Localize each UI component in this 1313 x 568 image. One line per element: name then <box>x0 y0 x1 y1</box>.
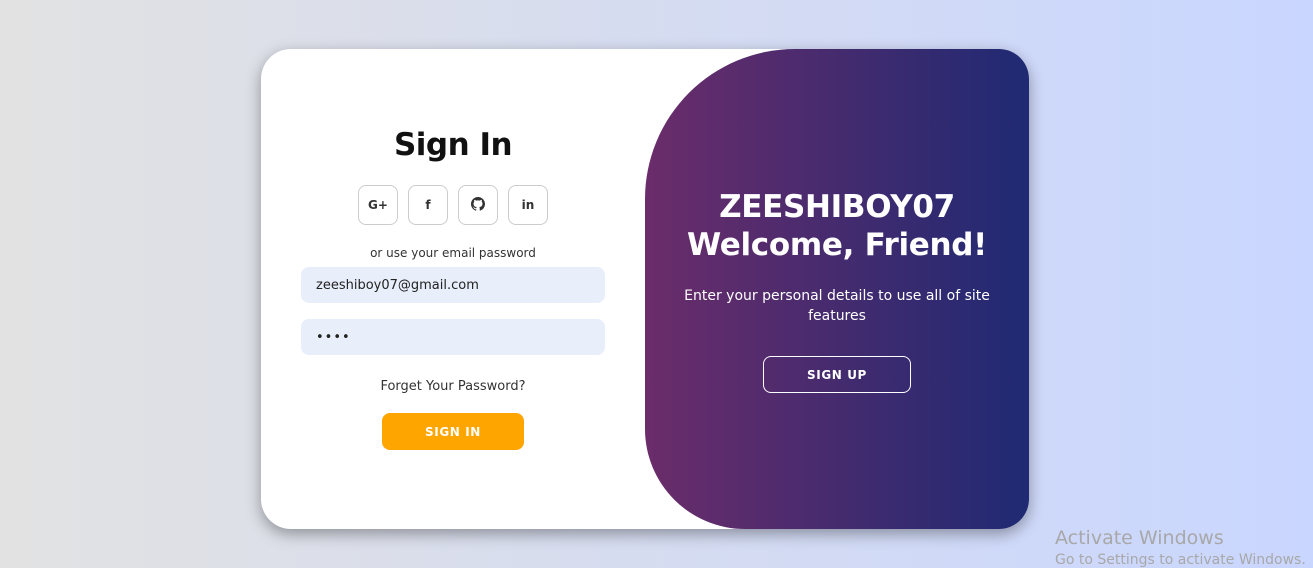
watermark-subtitle: Go to Settings to activate Windows. <box>1055 552 1306 568</box>
signin-panel: Sign In G+ f in or use your email passwo… <box>261 49 645 529</box>
social-buttons: G+ f in <box>358 185 548 225</box>
email-input[interactable]: zeeshiboy07@gmail.com <box>301 267 605 303</box>
linkedin-button[interactable]: in <box>508 185 548 225</box>
linkedin-icon: in <box>521 198 535 212</box>
password-input[interactable]: •••• <box>301 319 605 355</box>
signin-title: Sign In <box>393 127 513 163</box>
auth-card: Sign In G+ f in or use your email passwo… <box>261 49 1029 529</box>
password-value: •••• <box>316 329 351 345</box>
facebook-icon: f <box>425 198 431 212</box>
signin-button[interactable]: SIGN IN <box>382 413 524 450</box>
welcome-panel: ZEESHIBOY07 Welcome, Friend! Enter your … <box>645 49 1029 529</box>
welcome-title: ZEESHIBOY07 Welcome, Friend! <box>687 188 987 264</box>
facebook-button[interactable]: f <box>408 185 448 225</box>
welcome-title-line2: Welcome, Friend! <box>686 227 988 263</box>
github-button[interactable] <box>458 185 498 225</box>
google-plus-button[interactable]: G+ <box>358 185 398 225</box>
windows-activation-watermark: Activate Windows Go to Settings to activ… <box>1055 527 1306 568</box>
welcome-text: Enter your personal details to use all o… <box>684 288 990 324</box>
github-icon <box>471 196 486 214</box>
watermark-title: Activate Windows <box>1055 527 1224 549</box>
email-value: zeeshiboy07@gmail.com <box>316 277 479 293</box>
signup-button[interactable]: SIGN UP <box>763 356 911 393</box>
alt-login-text: or use your email password <box>370 246 536 260</box>
forgot-password-link[interactable]: Forget Your Password? <box>380 379 525 394</box>
welcome-title-line1: ZEESHIBOY07 <box>719 189 955 225</box>
google-plus-icon: G+ <box>368 198 388 212</box>
